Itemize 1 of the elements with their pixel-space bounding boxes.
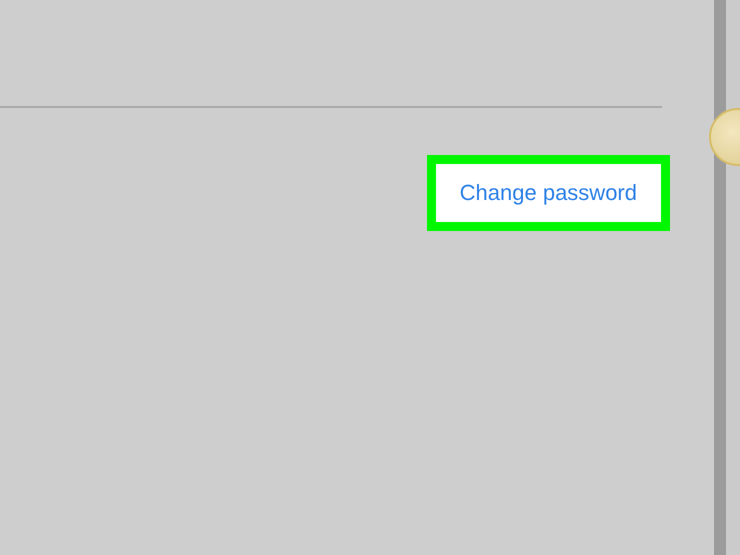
change-password-link[interactable]: Change password [426, 155, 670, 231]
